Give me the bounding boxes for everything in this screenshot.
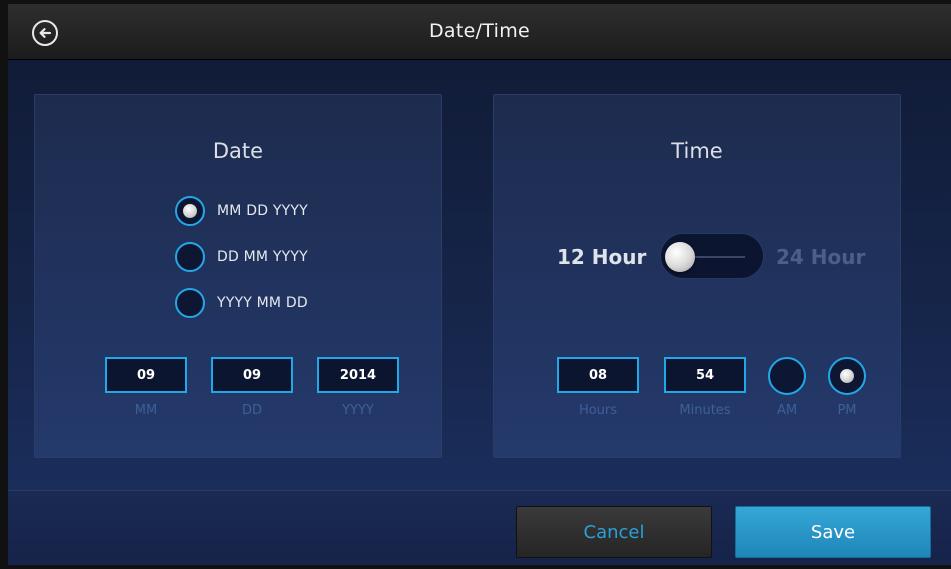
date-panel-title: Date	[212, 139, 264, 163]
year-field-label: YYYY	[342, 403, 374, 418]
day-field-label: DD	[241, 403, 263, 418]
date-format-option-mm-dd-yyyy[interactable]: MM DD YYYY	[175, 195, 308, 227]
radio-unselected-icon[interactable]	[175, 288, 205, 318]
time-panel-title: Time	[671, 139, 723, 163]
cancel-button[interactable]: Cancel	[516, 506, 712, 558]
page-title: Date/Time	[428, 20, 530, 42]
radio-unselected-icon[interactable]	[175, 242, 205, 272]
date-panel: Date MM DD YYYY DD MM YYYY YYYY MM DD 09…	[34, 94, 442, 458]
year-field[interactable]: 2014	[317, 357, 399, 393]
hour-format-toggle[interactable]	[660, 233, 764, 279]
minutes-field[interactable]: 54	[664, 357, 746, 393]
title-bar: Date/Time	[8, 4, 951, 60]
toggle-knob[interactable]	[665, 242, 695, 272]
month-field[interactable]: 09	[105, 357, 187, 393]
month-field-label: MM	[134, 403, 158, 418]
am-label: AM	[776, 403, 798, 418]
pm-radio[interactable]	[828, 357, 866, 395]
footer-bar: Cancel Save	[8, 490, 951, 565]
save-button[interactable]: Save	[735, 506, 931, 558]
toggle-12-hour-label[interactable]: 12 Hour	[557, 245, 646, 269]
date-format-label: YYYY MM DD	[217, 295, 308, 311]
app-window: Date/Time Date MM DD YYYY DD MM YYYY YYY…	[8, 4, 951, 565]
hours-field-label: Hours	[578, 403, 618, 418]
hours-field[interactable]: 08	[557, 357, 639, 393]
date-format-option-dd-mm-yyyy[interactable]: DD MM YYYY	[175, 241, 308, 273]
pm-label: PM	[837, 403, 857, 418]
date-format-label: DD MM YYYY	[217, 249, 308, 265]
radio-selected-icon	[840, 369, 854, 383]
minutes-field-label: Minutes	[679, 403, 731, 418]
radio-selected-icon[interactable]	[175, 196, 205, 226]
date-format-option-yyyy-mm-dd[interactable]: YYYY MM DD	[175, 287, 308, 319]
date-format-label: MM DD YYYY	[217, 203, 308, 219]
day-field[interactable]: 09	[211, 357, 293, 393]
toggle-24-hour-label[interactable]: 24 Hour	[776, 245, 865, 269]
am-radio[interactable]	[768, 357, 806, 395]
time-panel: Time 12 Hour 24 Hour 08 54 Hours Minutes…	[493, 94, 901, 458]
